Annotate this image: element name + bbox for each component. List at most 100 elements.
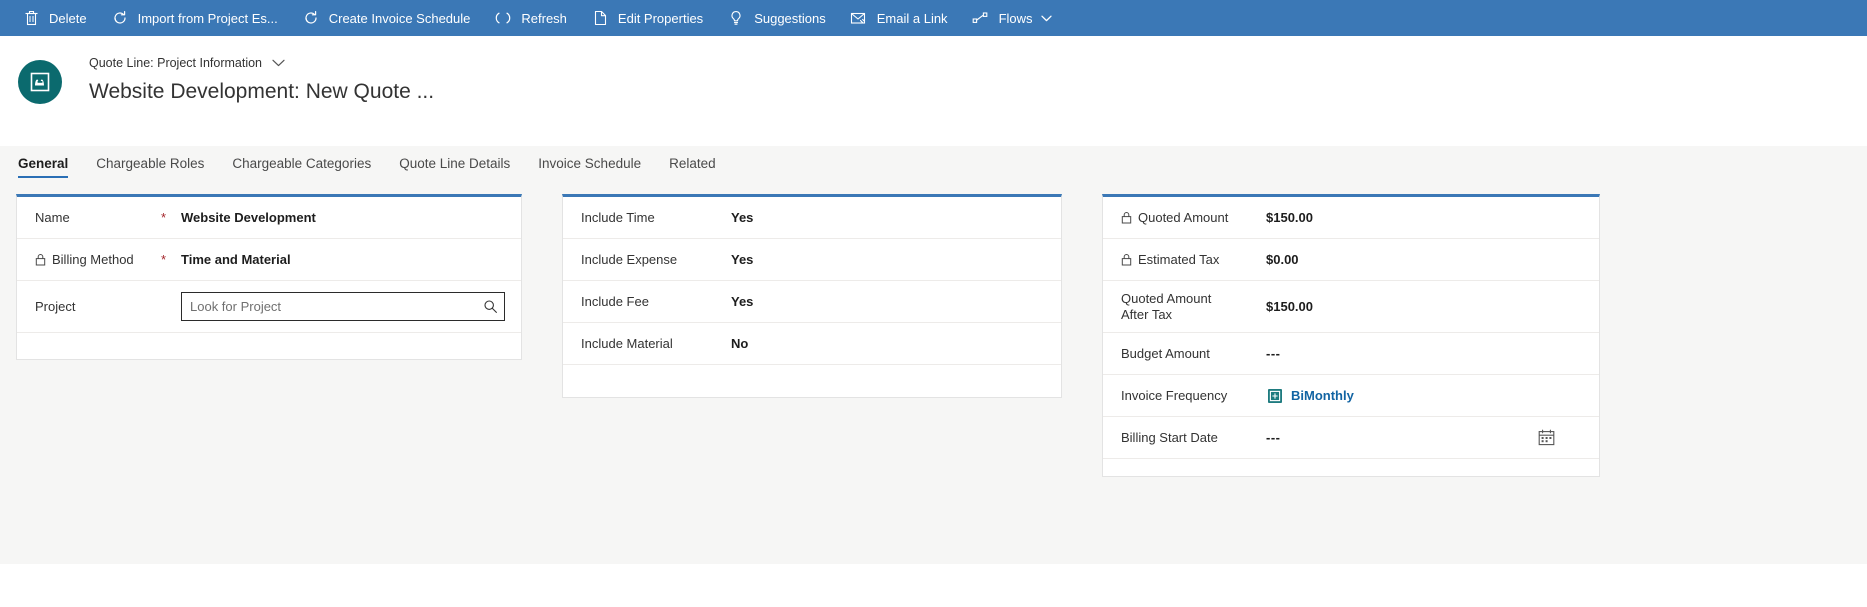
field-label-include-expense: Include Expense bbox=[581, 251, 678, 267]
field-label-quoted-amount-after-tax-line1: Quoted Amount bbox=[1121, 290, 1212, 306]
quote-line-icon bbox=[29, 71, 51, 93]
field-value-invoice-frequency[interactable]: BiMonthly bbox=[1291, 388, 1354, 403]
entity-label: Quote Line: Project Information bbox=[89, 56, 263, 70]
field-row-include-fee: Include Fee Yes bbox=[563, 281, 1061, 323]
tab-quote-line-details[interactable]: Quote Line Details bbox=[385, 146, 524, 188]
command-edit-properties[interactable]: Edit Properties bbox=[579, 0, 715, 36]
field-label-billing-start-date: Billing Start Date bbox=[1121, 429, 1218, 445]
field-row-include-material: Include Material No bbox=[563, 323, 1061, 365]
field-row-quoted-amount: Quoted Amount $150.00 bbox=[1103, 197, 1599, 239]
lightbulb-icon bbox=[727, 9, 745, 27]
avatar bbox=[18, 60, 62, 104]
command-refresh-label: Refresh bbox=[521, 10, 567, 26]
form-section-amounts: Quoted Amount $150.00 Estimated Tax $0.0… bbox=[1102, 194, 1600, 477]
field-label-estimated-tax: Estimated Tax bbox=[1121, 252, 1266, 268]
calendar-icon[interactable] bbox=[1538, 429, 1555, 446]
field-label-quoted-amount: Quoted Amount bbox=[1121, 210, 1266, 226]
command-email-a-link[interactable]: Email a Link bbox=[838, 0, 960, 36]
tab-chargeable-categories[interactable]: Chargeable Categories bbox=[218, 146, 385, 188]
form-section-includes: Include Time Yes Include Expense Yes Inc… bbox=[562, 194, 1062, 398]
page-title: Website Development: New Quote ... bbox=[89, 80, 435, 103]
field-value-include-expense[interactable]: Yes bbox=[731, 252, 1045, 267]
field-row-spacer-col3 bbox=[1103, 459, 1599, 501]
field-label-include-material: Include Material bbox=[581, 335, 673, 351]
field-value-billing-method: Time and Material bbox=[181, 252, 291, 267]
field-label-include-fee: Include Fee bbox=[581, 293, 649, 309]
field-label-quoted-amount-after-tax-line2: After Tax bbox=[1121, 306, 1173, 322]
content-area: General Chargeable Roles Chargeable Cate… bbox=[0, 146, 1867, 564]
command-import-from-project-estimate[interactable]: Import from Project Es... bbox=[99, 0, 290, 36]
field-value-include-fee[interactable]: Yes bbox=[731, 294, 1045, 309]
lock-icon bbox=[1121, 253, 1132, 266]
field-value-include-time[interactable]: Yes bbox=[731, 210, 1045, 225]
form-area: Name * Website Development Billing Metho… bbox=[0, 188, 1867, 477]
field-value-quoted-amount-after-tax: $150.00 bbox=[1266, 299, 1313, 314]
tab-general[interactable]: General bbox=[18, 146, 82, 188]
required-indicator-name: * bbox=[161, 210, 167, 225]
flows-icon bbox=[972, 9, 990, 27]
tab-chargeable-roles-label: Chargeable Roles bbox=[96, 156, 205, 171]
field-label-name: Name bbox=[35, 209, 70, 225]
project-lookup[interactable] bbox=[181, 292, 505, 321]
lock-icon bbox=[1121, 211, 1132, 224]
refresh-circle-icon bbox=[302, 9, 320, 27]
tab-chargeable-categories-label: Chargeable Categories bbox=[232, 156, 372, 171]
field-label-budget-amount: Budget Amount bbox=[1121, 345, 1210, 361]
refresh-icon bbox=[494, 9, 512, 27]
record-header-text: Quote Line: Project Information Website … bbox=[89, 54, 434, 107]
tab-general-label: General bbox=[18, 156, 69, 171]
tab-invoice-schedule[interactable]: Invoice Schedule bbox=[524, 146, 655, 188]
field-label-project: Project bbox=[35, 298, 76, 314]
command-create-invoice-schedule-label: Create Invoice Schedule bbox=[328, 10, 471, 26]
field-value-billing-start-date[interactable]: --- bbox=[1266, 430, 1538, 445]
search-icon[interactable] bbox=[476, 293, 504, 320]
field-row-project: Project bbox=[17, 281, 521, 333]
command-delete-label: Delete bbox=[49, 10, 87, 26]
refresh-circle-icon bbox=[111, 9, 129, 27]
command-bar: Delete Import from Project Es... Create … bbox=[0, 0, 1867, 36]
command-create-invoice-schedule[interactable]: Create Invoice Schedule bbox=[290, 0, 483, 36]
command-flows[interactable]: Flows bbox=[960, 0, 1064, 36]
field-value-invoice-frequency-wrap: BiMonthly bbox=[1266, 387, 1583, 404]
field-label-include-time: Include Time bbox=[581, 209, 655, 225]
field-row-include-expense: Include Expense Yes bbox=[563, 239, 1061, 281]
trash-icon bbox=[22, 9, 40, 27]
record-header: Quote Line: Project Information Website … bbox=[0, 36, 1867, 146]
field-label-billing-method: Billing Method bbox=[35, 252, 159, 268]
field-label-invoice-frequency: Invoice Frequency bbox=[1121, 387, 1228, 403]
field-label-billing-method-text: Billing Method bbox=[52, 251, 134, 267]
field-value-estimated-tax: $0.00 bbox=[1266, 252, 1299, 267]
field-label-estimated-tax-text: Estimated Tax bbox=[1138, 251, 1220, 267]
command-suggestions[interactable]: Suggestions bbox=[715, 0, 838, 36]
chevron-down-icon[interactable] bbox=[1040, 15, 1052, 22]
field-row-include-time: Include Time Yes bbox=[563, 197, 1061, 239]
tab-invoice-schedule-label: Invoice Schedule bbox=[538, 156, 642, 171]
command-edit-properties-label: Edit Properties bbox=[617, 10, 704, 26]
field-value-name[interactable]: Website Development bbox=[181, 210, 505, 225]
field-row-budget-amount: Budget Amount --- bbox=[1103, 333, 1599, 375]
command-suggestions-label: Suggestions bbox=[754, 10, 826, 26]
field-row-billing-method: Billing Method * Time and Material bbox=[17, 239, 521, 281]
field-value-quoted-amount: $150.00 bbox=[1266, 210, 1313, 225]
chevron-down-icon[interactable] bbox=[272, 59, 285, 67]
command-delete[interactable]: Delete bbox=[10, 0, 99, 36]
page-edit-icon bbox=[591, 9, 609, 27]
invoice-frequency-icon bbox=[1266, 387, 1283, 404]
field-row-spacer-col2 bbox=[563, 365, 1061, 407]
tab-related[interactable]: Related bbox=[655, 146, 730, 188]
field-value-include-material[interactable]: No bbox=[731, 336, 1045, 351]
field-value-budget-amount[interactable]: --- bbox=[1266, 346, 1583, 361]
field-row-billing-start-date: Billing Start Date --- bbox=[1103, 417, 1599, 459]
email-link-icon bbox=[850, 9, 868, 27]
field-row-spacer-col1 bbox=[17, 333, 521, 375]
command-email-a-link-label: Email a Link bbox=[876, 10, 948, 26]
field-row-quoted-amount-after-tax: Quoted Amount After Tax $150.00 bbox=[1103, 281, 1599, 333]
field-row-estimated-tax: Estimated Tax $0.00 bbox=[1103, 239, 1599, 281]
required-indicator-billing-method: * bbox=[161, 252, 167, 267]
tab-quote-line-details-label: Quote Line Details bbox=[399, 156, 511, 171]
tab-chargeable-roles[interactable]: Chargeable Roles bbox=[82, 146, 218, 188]
tab-related-label: Related bbox=[669, 156, 716, 171]
search-input[interactable] bbox=[182, 293, 476, 320]
tab-strip: General Chargeable Roles Chargeable Cate… bbox=[0, 146, 1867, 188]
command-refresh[interactable]: Refresh bbox=[482, 0, 579, 36]
